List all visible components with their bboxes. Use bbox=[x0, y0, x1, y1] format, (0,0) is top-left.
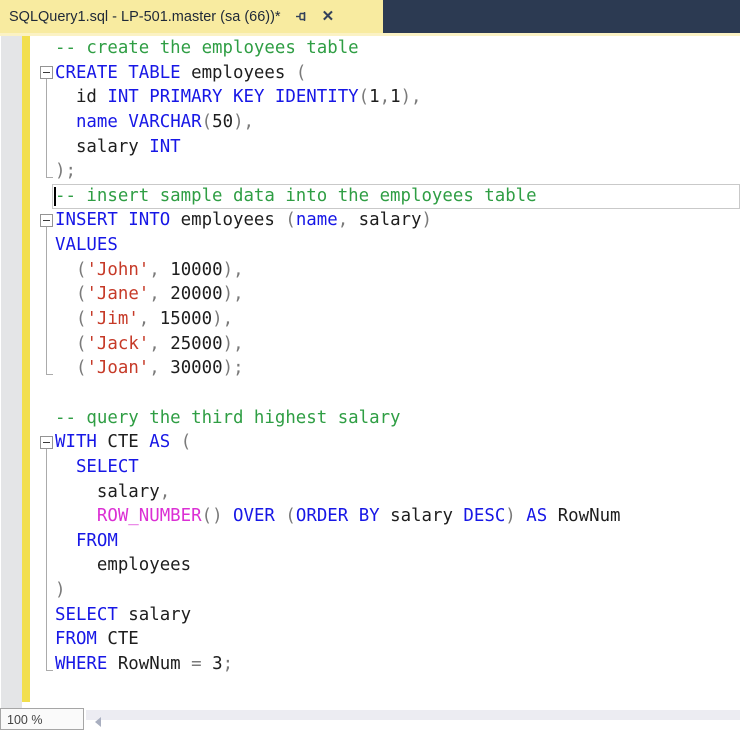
code-line bbox=[55, 381, 740, 406]
code-line: salary INT bbox=[55, 135, 740, 160]
fold-guide-line bbox=[46, 227, 47, 374]
close-icon[interactable]: ✕ bbox=[322, 9, 335, 24]
code-line: VALUES bbox=[55, 233, 740, 258]
tab-sqlquery1[interactable]: SQLQuery1.sql - LP-501.master (sa (66))*… bbox=[0, 0, 383, 33]
code-line: INSERT INTO employees (name, salary) bbox=[55, 208, 740, 233]
code-line: employees bbox=[55, 553, 740, 578]
change-tracking-bar bbox=[22, 36, 30, 702]
pin-icon[interactable] bbox=[295, 10, 308, 23]
fold-collapse-box[interactable] bbox=[40, 66, 53, 79]
code-line: FROM bbox=[55, 529, 740, 554]
code-line: SELECT salary bbox=[55, 603, 740, 628]
fold-guide-line bbox=[46, 449, 47, 670]
document-tab-bar: SQLQuery1.sql - LP-501.master (sa (66))*… bbox=[0, 0, 740, 33]
horizontal-scrollbar[interactable] bbox=[86, 710, 740, 720]
fold-collapse-box[interactable] bbox=[40, 436, 53, 449]
fold-guide-tick bbox=[46, 374, 53, 375]
code-line: name VARCHAR(50), bbox=[55, 110, 740, 135]
code-line: ('Jim', 15000), bbox=[55, 307, 740, 332]
code-lines[interactable]: -- create the employees tableCREATE TABL… bbox=[55, 36, 740, 677]
code-line: id INT PRIMARY KEY IDENTITY(1,1), bbox=[55, 85, 740, 110]
fold-guide-tick bbox=[46, 177, 53, 178]
tab-title: SQLQuery1.sql - LP-501.master (sa (66))* bbox=[9, 9, 281, 25]
code-line: ('Joan', 30000); bbox=[55, 356, 740, 381]
code-line: -- query the third highest salary bbox=[55, 406, 740, 431]
code-line: ('John', 10000), bbox=[55, 258, 740, 283]
code-line: WHERE RowNum = 3; bbox=[55, 652, 740, 677]
fold-guide-line bbox=[46, 79, 47, 177]
text-caret bbox=[54, 187, 56, 206]
editor-bottom-bar: 100 % bbox=[0, 708, 740, 720]
code-line: SELECT bbox=[55, 455, 740, 480]
code-line: CREATE TABLE employees ( bbox=[55, 61, 740, 86]
zoom-level-selector[interactable]: 100 % bbox=[0, 708, 84, 730]
code-line: ('Jack', 25000), bbox=[55, 332, 740, 357]
code-line: WITH CTE AS ( bbox=[55, 430, 740, 455]
code-line: ) bbox=[55, 578, 740, 603]
code-line: -- create the employees table bbox=[55, 36, 740, 61]
code-line: ('Jane', 20000), bbox=[55, 282, 740, 307]
code-line: FROM CTE bbox=[55, 627, 740, 652]
code-line: ROW_NUMBER() OVER (ORDER BY salary DESC)… bbox=[55, 504, 740, 529]
code-line: salary, bbox=[55, 480, 740, 505]
current-line-highlight bbox=[52, 184, 740, 209]
fold-guide-tick bbox=[46, 670, 53, 671]
scroll-left-arrow[interactable] bbox=[95, 717, 101, 727]
fold-collapse-box[interactable] bbox=[40, 214, 53, 227]
zoom-level-value: 100 % bbox=[7, 713, 42, 727]
code-line: ); bbox=[55, 159, 740, 184]
indicator-margin bbox=[0, 36, 22, 708]
sql-editor[interactable]: -- create the employees tableCREATE TABL… bbox=[0, 36, 740, 708]
